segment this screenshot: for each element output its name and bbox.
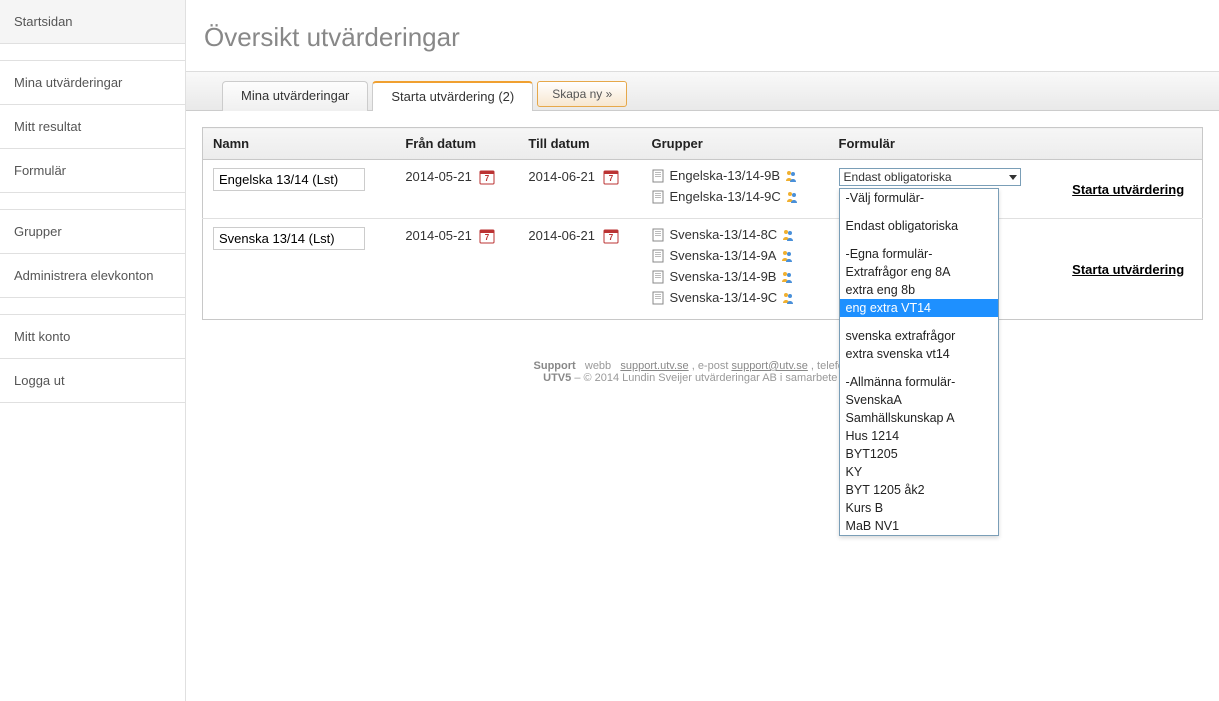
col-grupper: Grupper [642,128,829,160]
svg-text:7: 7 [485,174,490,183]
evaluations-table: Namn Från datum Till datum Grupper Formu… [202,127,1203,320]
document-icon [652,249,666,263]
sidebar: Startsidan Mina utvärderingar Mitt resul… [0,0,186,701]
people-icon[interactable] [785,190,799,204]
footer-brand: UTV5 [543,372,571,384]
svg-text:7: 7 [608,174,613,183]
tab-mina-utvarderingar[interactable]: Mina utvärderingar [222,81,368,111]
starta-utvardering-link[interactable]: Starta utvärdering [1072,182,1184,197]
nav-mina-utvarderingar[interactable]: Mina utvärderingar [0,61,185,104]
footer-support-link[interactable]: support.utv.se [620,360,688,372]
dropdown-option[interactable]: SvenskaA [840,391,998,409]
document-icon [652,291,666,305]
col-namn: Namn [203,128,396,160]
group-name: Svenska-13/14-9C [670,290,778,305]
nav-startsidan[interactable]: Startsidan [0,0,185,43]
nav-logga-ut[interactable]: Logga ut [0,359,185,402]
nav-formular[interactable]: Formulär [0,149,185,192]
dropdown-option[interactable]: -Välj formulär- [840,189,998,207]
dropdown-option[interactable]: BYT 1205 åk2 [840,481,998,499]
svg-text:7: 7 [485,233,490,242]
dropdown-option[interactable]: -Allmänna formulär- [840,373,998,391]
nav-mitt-konto[interactable]: Mitt konto [0,315,185,358]
calendar-icon[interactable]: 7 [479,169,495,185]
people-icon[interactable] [781,228,795,242]
to-date: 2014-06-21 [528,169,595,184]
calendar-icon[interactable]: 7 [603,169,619,185]
form-select[interactable]: Endast obligatoriska [839,168,1021,186]
people-icon[interactable] [780,249,794,263]
dropdown-option[interactable]: Endast obligatoriska [840,217,998,235]
tab-skapa-ny[interactable]: Skapa ny » [537,81,627,107]
svg-text:7: 7 [608,233,613,242]
footer-epost-label: , e-post [692,360,732,372]
tab-starta-utvardering[interactable]: Starta utvärdering (2) [372,81,533,111]
groups-cell: Engelska-13/14-9B Engelska-13/14-9C [642,160,829,219]
dropdown-option[interactable]: eng extra VT14 [840,299,998,317]
group-name: Svenska-13/14-8C [670,227,778,242]
table-row: 2014-05-21 7 2014-06-21 7 [203,219,1203,320]
footer-webb-label: webb [585,360,611,372]
group-name: Engelska-13/14-9B [670,168,781,183]
group-name: Svenska-13/14-9B [670,269,777,284]
starta-utvardering-link[interactable]: Starta utvärdering [1072,262,1184,277]
people-icon[interactable] [780,270,794,284]
dropdown-option[interactable]: -Egna formulär- [840,245,998,263]
table-row: 2014-05-21 7 2014-06-21 7 [203,160,1203,219]
calendar-icon[interactable]: 7 [479,228,495,244]
nav-mitt-resultat[interactable]: Mitt resultat [0,105,185,148]
dropdown-option[interactable]: Samhällskunskap A [840,409,998,427]
people-icon[interactable] [781,291,795,305]
dropdown-option[interactable]: Hus 1214 [840,427,998,445]
nav-administrera-elevkonton[interactable]: Administrera elevkonton [0,254,185,297]
group-name: Engelska-13/14-9C [670,189,781,204]
form-cell: Endast obligatoriska -Välj formulär-Enda… [829,160,1055,219]
footer: Support webb support.utv.se , e-post sup… [186,336,1219,408]
tab-bar: Mina utvärderingar Starta utvärdering (2… [186,72,1219,111]
col-formular: Formulär [829,128,1055,160]
name-input[interactable] [213,227,365,250]
footer-support-email[interactable]: support@utv.se [731,360,807,372]
dropdown-option[interactable]: Kurs B [840,499,998,517]
document-icon [652,190,666,204]
dropdown-option[interactable]: MaB NV1 [840,517,998,535]
dropdown-option[interactable]: svenska extrafrågor [840,327,998,345]
name-input[interactable] [213,168,365,191]
calendar-icon[interactable]: 7 [603,228,619,244]
dropdown-option[interactable]: Extrafrågor eng 8A [840,263,998,281]
from-date: 2014-05-21 [405,169,472,184]
dropdown-option[interactable]: BYT1205 [840,445,998,463]
people-icon[interactable] [784,169,798,183]
dropdown-option[interactable]: extra svenska vt14 [840,345,998,363]
group-name: Svenska-13/14-9A [670,248,777,263]
page-title: Översikt utvärderingar [186,0,1219,72]
from-date: 2014-05-21 [405,228,472,243]
to-date: 2014-06-21 [528,228,595,243]
nav-grupper[interactable]: Grupper [0,210,185,253]
footer-support-label: Support [534,360,576,372]
document-icon [652,169,666,183]
dropdown-option[interactable]: extra eng 8b [840,281,998,299]
col-fran-datum: Från datum [395,128,518,160]
groups-cell: Svenska-13/14-8C Svenska-13/14-9A Svensk [642,219,829,320]
footer-copy: – © 2014 Lundin Sveijer utvärderingar AB… [574,372,862,384]
document-icon [652,270,666,284]
document-icon [652,228,666,242]
form-dropdown[interactable]: -Välj formulär- Endast obligatoriska -Egna… [839,188,999,536]
col-action [1054,128,1202,160]
col-till-datum: Till datum [518,128,641,160]
dropdown-option[interactable]: KY [840,463,998,481]
